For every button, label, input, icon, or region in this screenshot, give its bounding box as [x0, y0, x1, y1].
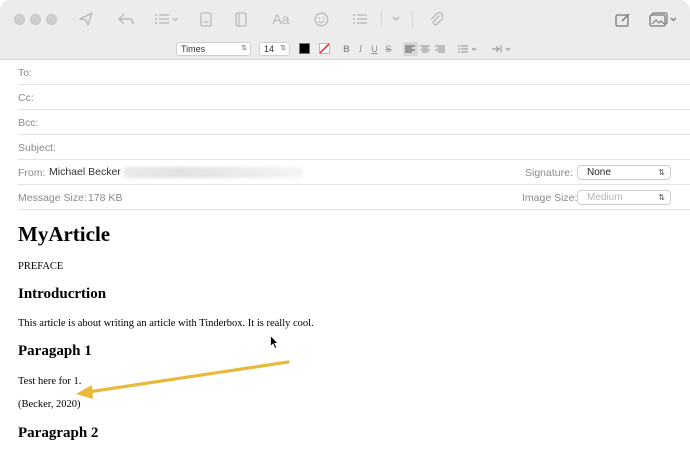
annotation-arrow [76, 360, 290, 399]
from-label: From: [18, 167, 46, 179]
emoji-icon[interactable] [313, 10, 329, 28]
subject-row[interactable]: Subject: [18, 135, 690, 160]
toolbar-separator [381, 11, 382, 27]
minimize-window-button[interactable] [30, 14, 41, 25]
to-row[interactable]: To: [18, 60, 690, 85]
message-size-row: Message Size: 178 KB Image Size: Medium … [18, 185, 690, 210]
image-size-value: Medium [587, 192, 623, 203]
to-label: To: [18, 67, 33, 79]
alignment-group [403, 42, 447, 56]
bcc-label: Bcc: [18, 117, 39, 129]
markup-icon[interactable] [615, 10, 631, 28]
font-size-select[interactable]: 14 ⇅ [259, 42, 290, 56]
mouse-pointer-icon [270, 334, 279, 350]
font-family-value: Times [181, 44, 206, 54]
bcc-row[interactable]: Bcc: [18, 110, 690, 135]
align-right-icon[interactable] [432, 42, 447, 56]
fonts-icon[interactable]: Aa [272, 10, 290, 28]
paragraph1-text: Test here for 1. [18, 376, 82, 387]
text-color-swatch[interactable] [299, 43, 310, 54]
background-color-swatch[interactable] [319, 43, 330, 54]
signature-label: Signature: [525, 167, 573, 179]
from-value[interactable]: Michael Becker [49, 166, 121, 178]
underline-button[interactable]: U [370, 42, 379, 56]
intro-heading: Introducrtion [18, 286, 107, 302]
chevron-down-icon[interactable] [390, 10, 402, 28]
paragraph1-heading: Paragaph 1 [18, 343, 92, 359]
font-family-select[interactable]: Times ⇅ [176, 42, 251, 56]
zoom-window-button[interactable] [46, 14, 57, 25]
stepper-icon: ⇅ [658, 193, 665, 202]
preface-text: PREFACE [18, 261, 64, 272]
cc-row[interactable]: Cc: [18, 85, 690, 110]
attachment-browser-icon[interactable] [199, 10, 213, 28]
align-left-icon[interactable] [403, 42, 418, 56]
font-size-value: 14 [264, 44, 275, 54]
mail-compose-window: Aa Times ⇅ 14 ⇅ B I U S To: Cc: Bcc: Sub… [0, 0, 690, 452]
indent-button[interactable] [491, 42, 513, 56]
send-icon[interactable] [77, 10, 95, 28]
bullets-icon[interactable] [352, 10, 368, 28]
intro-paragraph: This article is about writing an article… [18, 318, 314, 329]
reply-icon[interactable] [116, 10, 136, 28]
bold-button[interactable]: B [342, 42, 351, 56]
strikethrough-button[interactable]: S [384, 42, 393, 56]
image-size-select[interactable]: Medium ⇅ [577, 190, 671, 205]
message-size-value: 178 KB [88, 192, 123, 204]
from-row: From: Michael Becker Signature: None ⇅ [18, 160, 690, 185]
align-center-icon[interactable] [418, 42, 433, 56]
toolbar-separator [412, 11, 413, 27]
cc-label: Cc: [18, 92, 34, 104]
signature-value: None [587, 167, 611, 178]
paragraph2-heading: Paragraph 2 [18, 425, 99, 441]
format-bar: Times ⇅ 14 ⇅ B I U S [0, 38, 690, 60]
stepper-icon: ⇅ [658, 168, 665, 177]
message-size-label: Message Size: [18, 192, 87, 204]
list-format-button[interactable] [458, 42, 478, 56]
signature-select[interactable]: None ⇅ [577, 165, 671, 180]
article-title: MyArticle [18, 222, 111, 246]
list-icon[interactable] [154, 10, 180, 28]
image-size-label: Image Size: [522, 192, 578, 204]
italic-button[interactable]: I [356, 42, 365, 56]
stepper-icon: ⇅ [280, 45, 286, 52]
subject-label: Subject: [18, 142, 56, 154]
stepper-icon: ⇅ [241, 45, 247, 52]
citation-text: (Becker, 2020) [18, 399, 81, 410]
toolbar: Aa [0, 0, 690, 38]
paperclip-icon[interactable] [428, 10, 444, 28]
redacted-email [123, 167, 303, 178]
photo-browser-icon[interactable] [234, 10, 248, 28]
close-window-button[interactable] [14, 14, 25, 25]
photo-icon[interactable] [649, 10, 679, 28]
